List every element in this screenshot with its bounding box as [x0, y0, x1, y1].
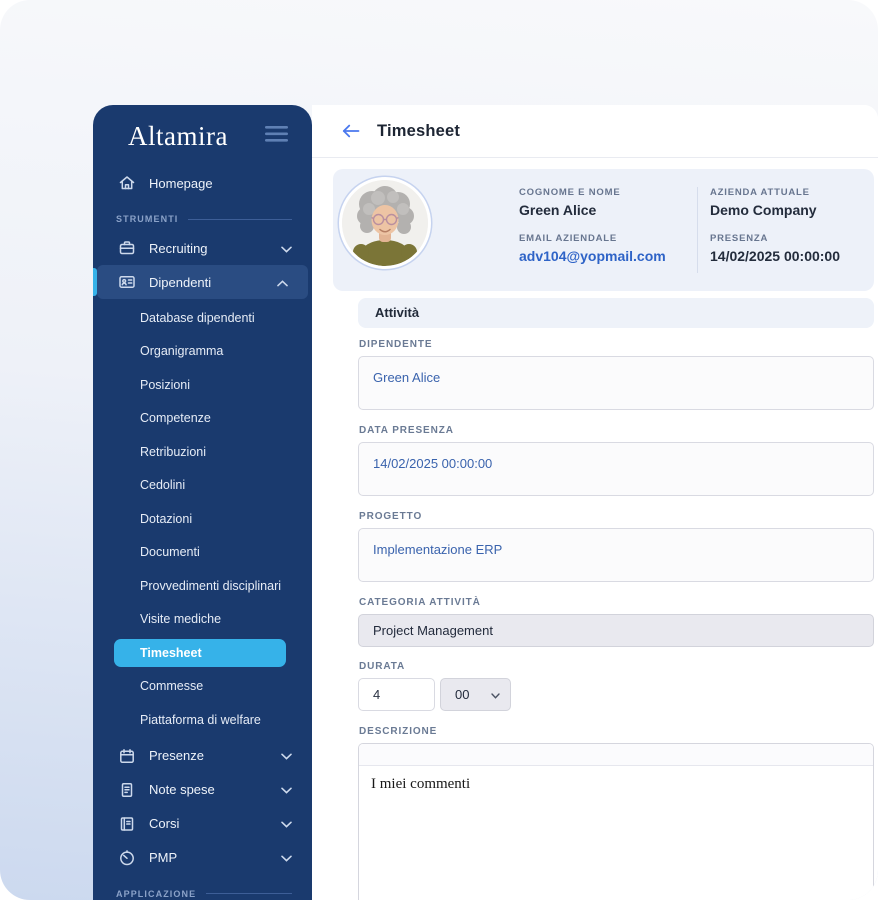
- sidebar-item-provvedimenti-disciplinari[interactable]: Provvedimenti disciplinari: [93, 579, 281, 593]
- sidebar-item-presenze[interactable]: Presenze: [93, 739, 312, 773]
- field-label: AZIENDA ATTUALE: [710, 187, 810, 198]
- page-title: Timesheet: [377, 121, 461, 140]
- sidebar-item-pmp[interactable]: PMP: [93, 841, 312, 875]
- altamira-logo: Altamira: [128, 121, 228, 151]
- sidebar-item-label: Corsi: [149, 816, 180, 831]
- employee-profile-panel: COGNOME E NOME Green Alice EMAIL AZIENDA…: [333, 169, 874, 291]
- sidebar: Altamira Homepage STRUMENTI Recruiting D…: [93, 105, 312, 900]
- profile-column-2: AZIENDA ATTUALE Demo Company PRESENZA 14…: [710, 187, 840, 264]
- profile-field-presence: PRESENZA 14/02/2025 00:00:00: [710, 233, 840, 264]
- dipendenti-submenu: Database dipendenti Organigramma Posizio…: [93, 299, 312, 739]
- dipendente-input[interactable]: Green Alice: [358, 356, 874, 410]
- divider: [188, 218, 292, 220]
- profile-field-name: COGNOME E NOME Green Alice: [519, 187, 666, 218]
- descrizione-label: DESCRIZIONE: [359, 726, 438, 737]
- sidebar-item-label: Presenze: [149, 748, 204, 763]
- data-presenza-label: DATA PRESENZA: [359, 425, 454, 436]
- sidebar-item-piattaforma-di-welfare[interactable]: Piattaforma di welfare: [93, 713, 261, 727]
- profile-field-email: EMAIL AZIENDALE adv104@yopmail.com: [519, 233, 666, 264]
- sidebar-item-cedolini[interactable]: Cedolini: [93, 478, 185, 492]
- sidebar-item-visite-mediche[interactable]: Visite mediche: [93, 612, 221, 626]
- field-label: PRESENZA: [710, 233, 769, 244]
- chevron-up-icon: [277, 275, 288, 290]
- clock-icon: [118, 849, 136, 867]
- sidebar-item-recruiting[interactable]: Recruiting: [93, 231, 312, 265]
- chevron-down-icon: [281, 748, 292, 763]
- chevron-down-icon: [281, 241, 292, 256]
- chevron-down-icon: [281, 782, 292, 797]
- divider: [206, 893, 292, 894]
- timesheet-form: Attività DIPENDENTE Green Alice DATA PRE…: [358, 298, 874, 900]
- categoria-attivita-label: CATEGORIA ATTIVITÀ: [359, 597, 481, 608]
- employee-name: Green Alice: [519, 202, 597, 218]
- presence-value: 14/02/2025 00:00:00: [710, 248, 840, 264]
- descrizione-textarea[interactable]: I miei commenti: [359, 766, 873, 900]
- progetto-input[interactable]: Implementazione ERP: [358, 528, 874, 582]
- back-button[interactable]: [342, 124, 360, 138]
- briefcase-icon: [118, 239, 136, 257]
- divider: [697, 187, 698, 273]
- editor-toolbar[interactable]: [359, 744, 873, 766]
- sidebar-item-organigramma[interactable]: Organigramma: [93, 344, 223, 358]
- chevron-down-icon: [281, 850, 292, 865]
- sidebar-item-note-spese[interactable]: Note spese: [93, 773, 312, 807]
- sidebar-item-documenti[interactable]: Documenti: [93, 545, 200, 559]
- book-icon: [118, 815, 136, 833]
- tab-attivita[interactable]: Attività: [358, 298, 874, 328]
- sidebar-item-label: Dipendenti: [149, 274, 212, 290]
- profile-column-1: COGNOME E NOME Green Alice EMAIL AZIENDA…: [519, 187, 666, 264]
- app-window: Altamira Homepage STRUMENTI Recruiting D…: [93, 105, 878, 900]
- progetto-label: PROGETTO: [359, 511, 423, 522]
- sidebar-item-label: Homepage: [149, 175, 213, 191]
- profile-field-company: AZIENDA ATTUALE Demo Company: [710, 187, 840, 218]
- active-accent-bar: [93, 268, 97, 296]
- sidebar-nav: Homepage STRUMENTI Recruiting Dipendenti…: [93, 152, 312, 900]
- employee-email-link[interactable]: adv104@yopmail.com: [519, 248, 666, 264]
- sidebar-item-label: PMP: [149, 850, 178, 865]
- field-label: EMAIL AZIENDALE: [519, 233, 618, 244]
- sidebar-item-timesheet-active[interactable]: Timesheet: [114, 638, 286, 667]
- categoria-attivita-select[interactable]: Project Management: [358, 614, 874, 647]
- durata-row: 4 00: [358, 678, 874, 711]
- sidebar-logo-row: Altamira: [93, 105, 312, 152]
- data-presenza-input[interactable]: 14/02/2025 00:00:00: [358, 442, 874, 496]
- durata-hours-input[interactable]: 4: [358, 678, 435, 711]
- durata-minutes-value: 00: [455, 687, 470, 702]
- sidebar-item-dotazioni[interactable]: Dotazioni: [93, 512, 192, 526]
- sidebar-item-retribuzioni[interactable]: Retribuzioni: [93, 445, 206, 459]
- sidebar-item-label: Note spese: [149, 782, 215, 797]
- field-label: COGNOME E NOME: [519, 187, 621, 198]
- sidebar-section-strumenti: STRUMENTI: [93, 207, 312, 231]
- sidebar-item-posizioni[interactable]: Posizioni: [93, 378, 190, 392]
- sidebar-item-label: Recruiting: [149, 240, 208, 256]
- sidebar-item-competenze[interactable]: Competenze: [93, 411, 211, 425]
- descrizione-editor: I miei commenti: [358, 743, 874, 900]
- durata-label: DURATA: [359, 661, 406, 672]
- dipendente-label: DIPENDENTE: [359, 339, 433, 350]
- sidebar-item-corsi[interactable]: Corsi: [93, 807, 312, 841]
- house-icon: [118, 174, 136, 192]
- app-canvas: Altamira Homepage STRUMENTI Recruiting D…: [0, 0, 878, 900]
- avatar: [339, 177, 431, 269]
- durata-minutes-select[interactable]: 00: [440, 678, 511, 711]
- sidebar-item-homepage[interactable]: Homepage: [93, 166, 312, 200]
- chevron-down-icon: [281, 816, 292, 831]
- sidebar-section-applicazione: APPLICAZIONE: [93, 882, 312, 900]
- receipt-icon: [118, 781, 136, 799]
- calendar-icon: [118, 747, 136, 765]
- sidebar-item-commesse[interactable]: Commesse: [93, 679, 203, 693]
- main-content: Timesheet COGNOME E NOME Green Alice EMA…: [312, 105, 878, 900]
- chevron-down-icon: [491, 687, 500, 702]
- idcard-icon: [118, 273, 136, 291]
- company-name: Demo Company: [710, 202, 817, 218]
- sidebar-item-database-dipendenti[interactable]: Database dipendenti: [93, 311, 255, 325]
- menu-icon[interactable]: [265, 126, 288, 147]
- sidebar-item-dipendenti[interactable]: Dipendenti: [93, 265, 308, 299]
- page-header: Timesheet: [312, 105, 878, 158]
